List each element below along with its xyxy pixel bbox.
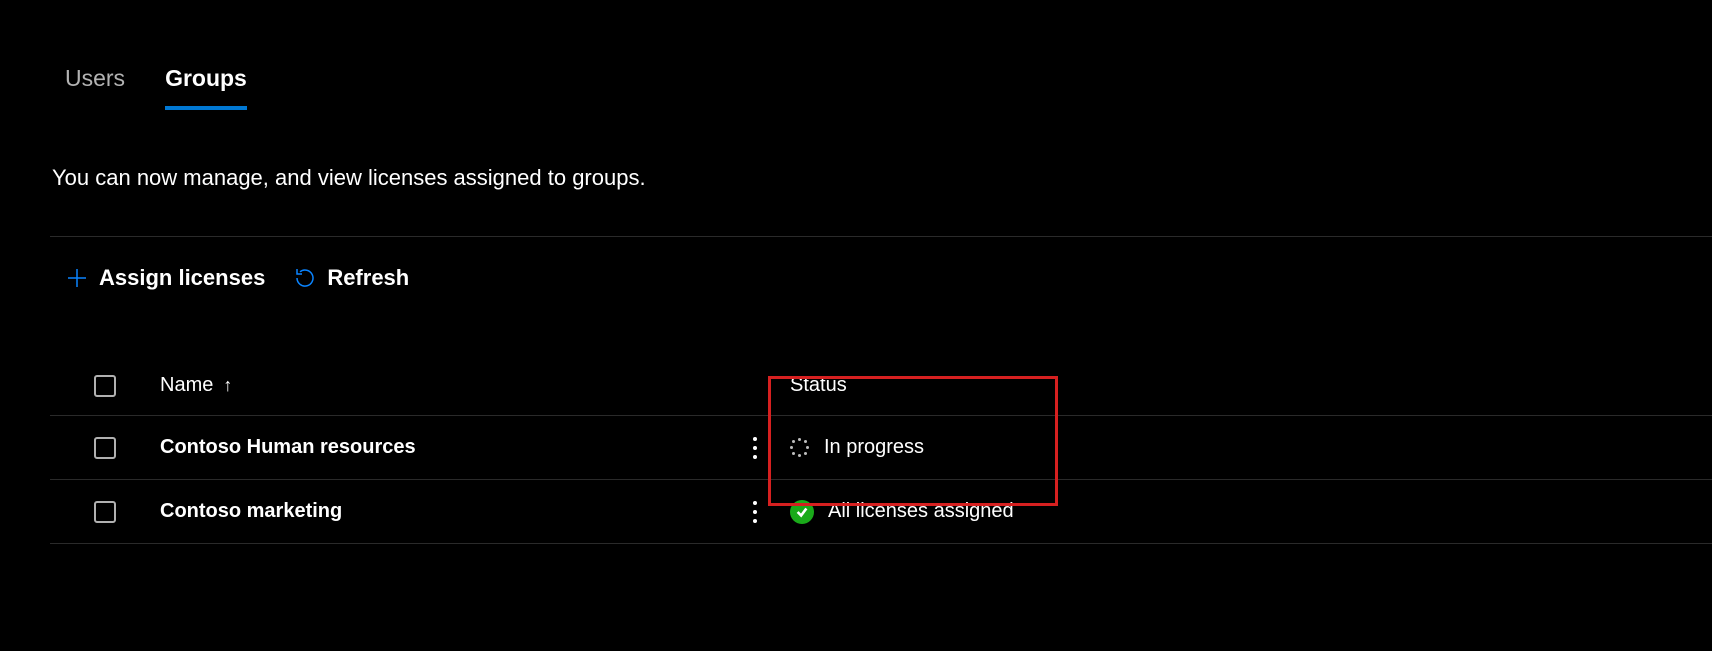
table-header: Name ↑ Status xyxy=(50,319,1712,416)
toolbar: Assign licenses Refresh xyxy=(50,237,1712,319)
status-text: All licenses assigned xyxy=(828,500,1014,523)
column-header-name[interactable]: Name ↑ xyxy=(160,374,720,397)
column-name-label: Name xyxy=(160,374,213,397)
group-name: Contoso marketing xyxy=(160,500,342,523)
more-options-icon[interactable] xyxy=(753,501,757,523)
group-name: Contoso Human resources xyxy=(160,436,416,459)
groups-table: Name ↑ Status Contoso Human resources xyxy=(50,319,1712,544)
assign-licenses-label: Assign licenses xyxy=(99,265,265,291)
plus-icon xyxy=(65,266,89,290)
more-options-icon[interactable] xyxy=(753,437,757,459)
refresh-label: Refresh xyxy=(327,265,409,291)
tab-groups[interactable]: Groups xyxy=(165,65,247,110)
refresh-icon xyxy=(293,266,317,290)
row-checkbox[interactable] xyxy=(94,501,116,523)
table-row[interactable]: Contoso Human resources xyxy=(50,416,1712,480)
sort-ascending-icon: ↑ xyxy=(223,375,232,396)
spinner-icon xyxy=(790,438,810,458)
table-row[interactable]: Contoso marketing All licenses assigned xyxy=(50,480,1712,544)
column-header-status[interactable]: Status xyxy=(790,374,1712,397)
column-status-label: Status xyxy=(790,374,847,397)
select-all-checkbox[interactable] xyxy=(94,375,116,397)
assign-licenses-button[interactable]: Assign licenses xyxy=(65,265,265,291)
tabs: Users Groups xyxy=(50,0,1712,110)
status-text: In progress xyxy=(824,436,924,459)
row-checkbox[interactable] xyxy=(94,437,116,459)
description-text: You can now manage, and view licenses as… xyxy=(50,110,1712,236)
check-circle-icon xyxy=(790,500,814,524)
refresh-button[interactable]: Refresh xyxy=(293,265,409,291)
tab-users[interactable]: Users xyxy=(65,65,125,110)
